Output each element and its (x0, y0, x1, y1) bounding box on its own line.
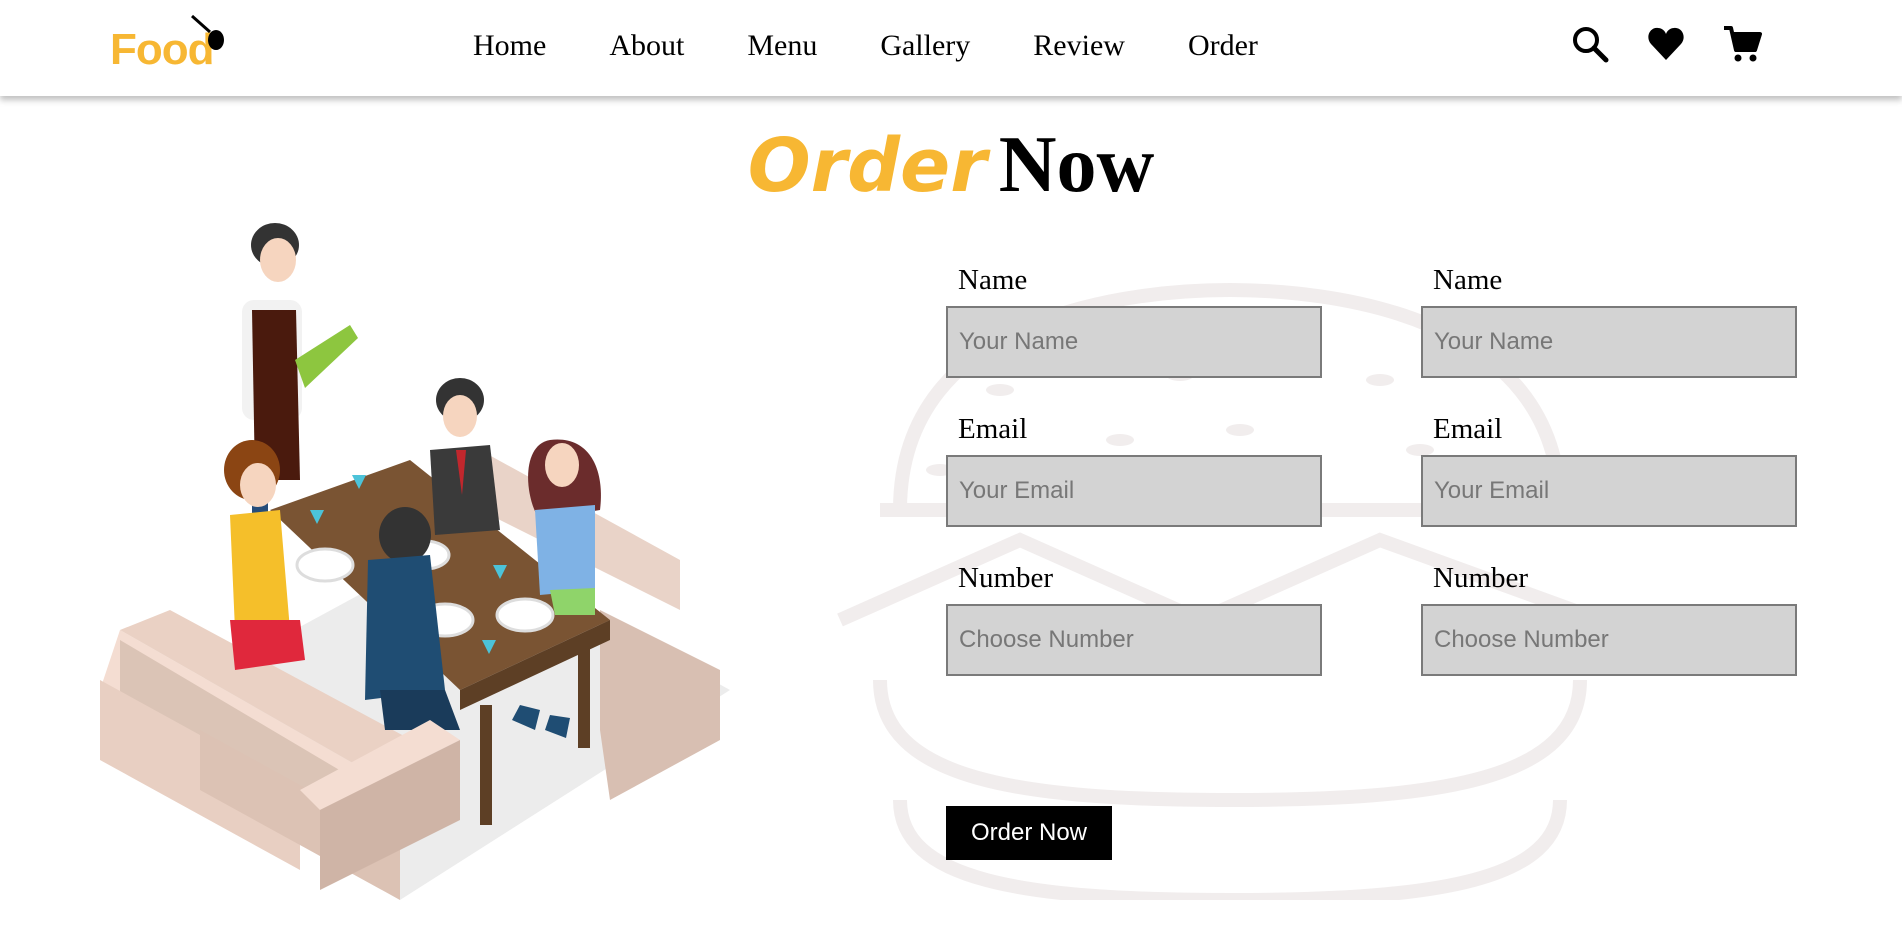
header-icons (1570, 24, 1762, 64)
name-label: Name (1433, 264, 1503, 296)
number-input[interactable] (1421, 604, 1797, 676)
nav-about[interactable]: About (609, 26, 684, 66)
cart-icon[interactable] (1722, 24, 1762, 64)
order-form-left: Name Email Number (946, 263, 1322, 710)
number-input[interactable] (946, 604, 1322, 676)
number-label: Number (1433, 562, 1529, 594)
nav-gallery[interactable]: Gallery (880, 26, 970, 66)
main-nav: Home About Menu Gallery Review Order (473, 26, 1321, 66)
nav-menu[interactable]: Menu (747, 26, 817, 66)
logo-text-prefix: Fo (110, 25, 163, 74)
logo[interactable]: Foo d (110, 14, 224, 74)
email-label: Email (1433, 413, 1503, 445)
name-input[interactable] (946, 306, 1322, 378)
name-input[interactable] (1421, 306, 1797, 378)
title-accent: Order (747, 123, 987, 209)
email-label: Email (958, 413, 1028, 445)
search-icon[interactable] (1570, 24, 1610, 64)
nav-home[interactable]: Home (473, 26, 546, 66)
email-input[interactable] (946, 455, 1322, 527)
logo-o-spoon: o (162, 14, 224, 72)
order-now-button[interactable]: Order Now (946, 806, 1112, 860)
nav-order[interactable]: Order (1188, 26, 1258, 66)
name-label: Name (958, 264, 1028, 296)
title-rest: Now (998, 121, 1155, 209)
nav-review[interactable]: Review (1033, 26, 1125, 66)
heart-icon[interactable] (1646, 24, 1686, 64)
spoon-icon (190, 14, 224, 50)
number-label: Number (958, 562, 1054, 594)
order-form-right: Name Email Number (1421, 263, 1797, 710)
restaurant-illustration (100, 223, 730, 900)
site-header: Foo d Home About Menu Gallery Review Orde… (0, 0, 1902, 96)
section-title: Order Now (0, 120, 1902, 211)
email-input[interactable] (1421, 455, 1797, 527)
